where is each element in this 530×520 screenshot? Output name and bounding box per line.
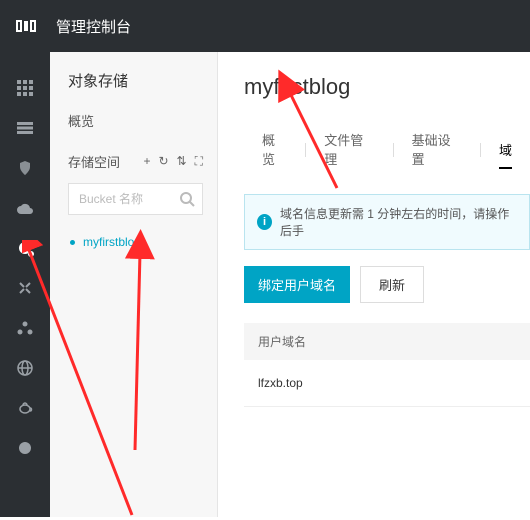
rail-shield-icon[interactable] <box>0 148 50 188</box>
tab-files[interactable]: 文件管理 <box>306 122 392 178</box>
rail-server-icon[interactable] <box>0 108 50 148</box>
rail-globe-icon[interactable] <box>0 348 50 388</box>
info-banner: i 域名信息更新需 1 分钟左右的时间，请操作后手 <box>244 194 530 250</box>
bind-domain-button[interactable]: 绑定用户域名 <box>244 266 350 303</box>
rail-cloud-icon[interactable] <box>0 188 50 228</box>
logo-icon <box>14 14 38 38</box>
search-icon[interactable] <box>177 189 197 209</box>
header-title: 管理控制台 <box>56 16 131 37</box>
info-banner-text: 域名信息更新需 1 分钟左右的时间，请操作后手 <box>280 205 517 239</box>
tab-settings[interactable]: 基础设置 <box>394 122 480 178</box>
expand-buckets-icon[interactable]: ⛶ <box>195 154 203 169</box>
refresh-buckets-icon[interactable]: ↻ <box>158 154 168 169</box>
table-row[interactable]: lfzxb.top <box>244 360 530 407</box>
tab-domain[interactable]: 域 <box>481 132 530 169</box>
tab-overview[interactable]: 概览 <box>244 122 305 178</box>
bucket-item[interactable]: myfirstblog <box>68 231 203 253</box>
rail-active-icon[interactable] <box>0 228 50 268</box>
storage-space-label: 存储空间 <box>68 152 120 171</box>
rail-teapot-icon[interactable] <box>0 388 50 428</box>
bucket-name: myfirstblog <box>83 235 141 249</box>
top-header: 管理控制台 <box>0 0 530 52</box>
sort-buckets-icon[interactable]: ⇅ <box>177 154 187 169</box>
bucket-status-dot-icon <box>70 240 75 245</box>
page-title: myfirstblog <box>244 74 530 100</box>
table-header: 用户域名 <box>244 323 530 360</box>
info-icon: i <box>257 214 272 230</box>
main-content: myfirstblog 概览 文件管理 基础设置 域 i 域名信息更新需 1 分… <box>218 52 530 517</box>
domain-table: 用户域名 lfzxb.top <box>244 323 530 407</box>
icon-rail <box>0 52 50 517</box>
overview-link[interactable]: 概览 <box>68 111 203 130</box>
side-panel: 对象存储 概览 存储空间 + ↻ ⇅ ⛶ myfirstblog <box>50 52 218 517</box>
tabs: 概览 文件管理 基础设置 域 <box>244 122 530 178</box>
rail-dot-icon[interactable] <box>0 428 50 468</box>
add-bucket-icon[interactable]: + <box>143 154 150 169</box>
refresh-button[interactable]: 刷新 <box>360 266 424 303</box>
rail-nodes-icon[interactable] <box>0 308 50 348</box>
sidepanel-title: 对象存储 <box>68 70 203 91</box>
rail-grid-icon[interactable] <box>0 68 50 108</box>
rail-expand-icon[interactable] <box>0 268 50 308</box>
